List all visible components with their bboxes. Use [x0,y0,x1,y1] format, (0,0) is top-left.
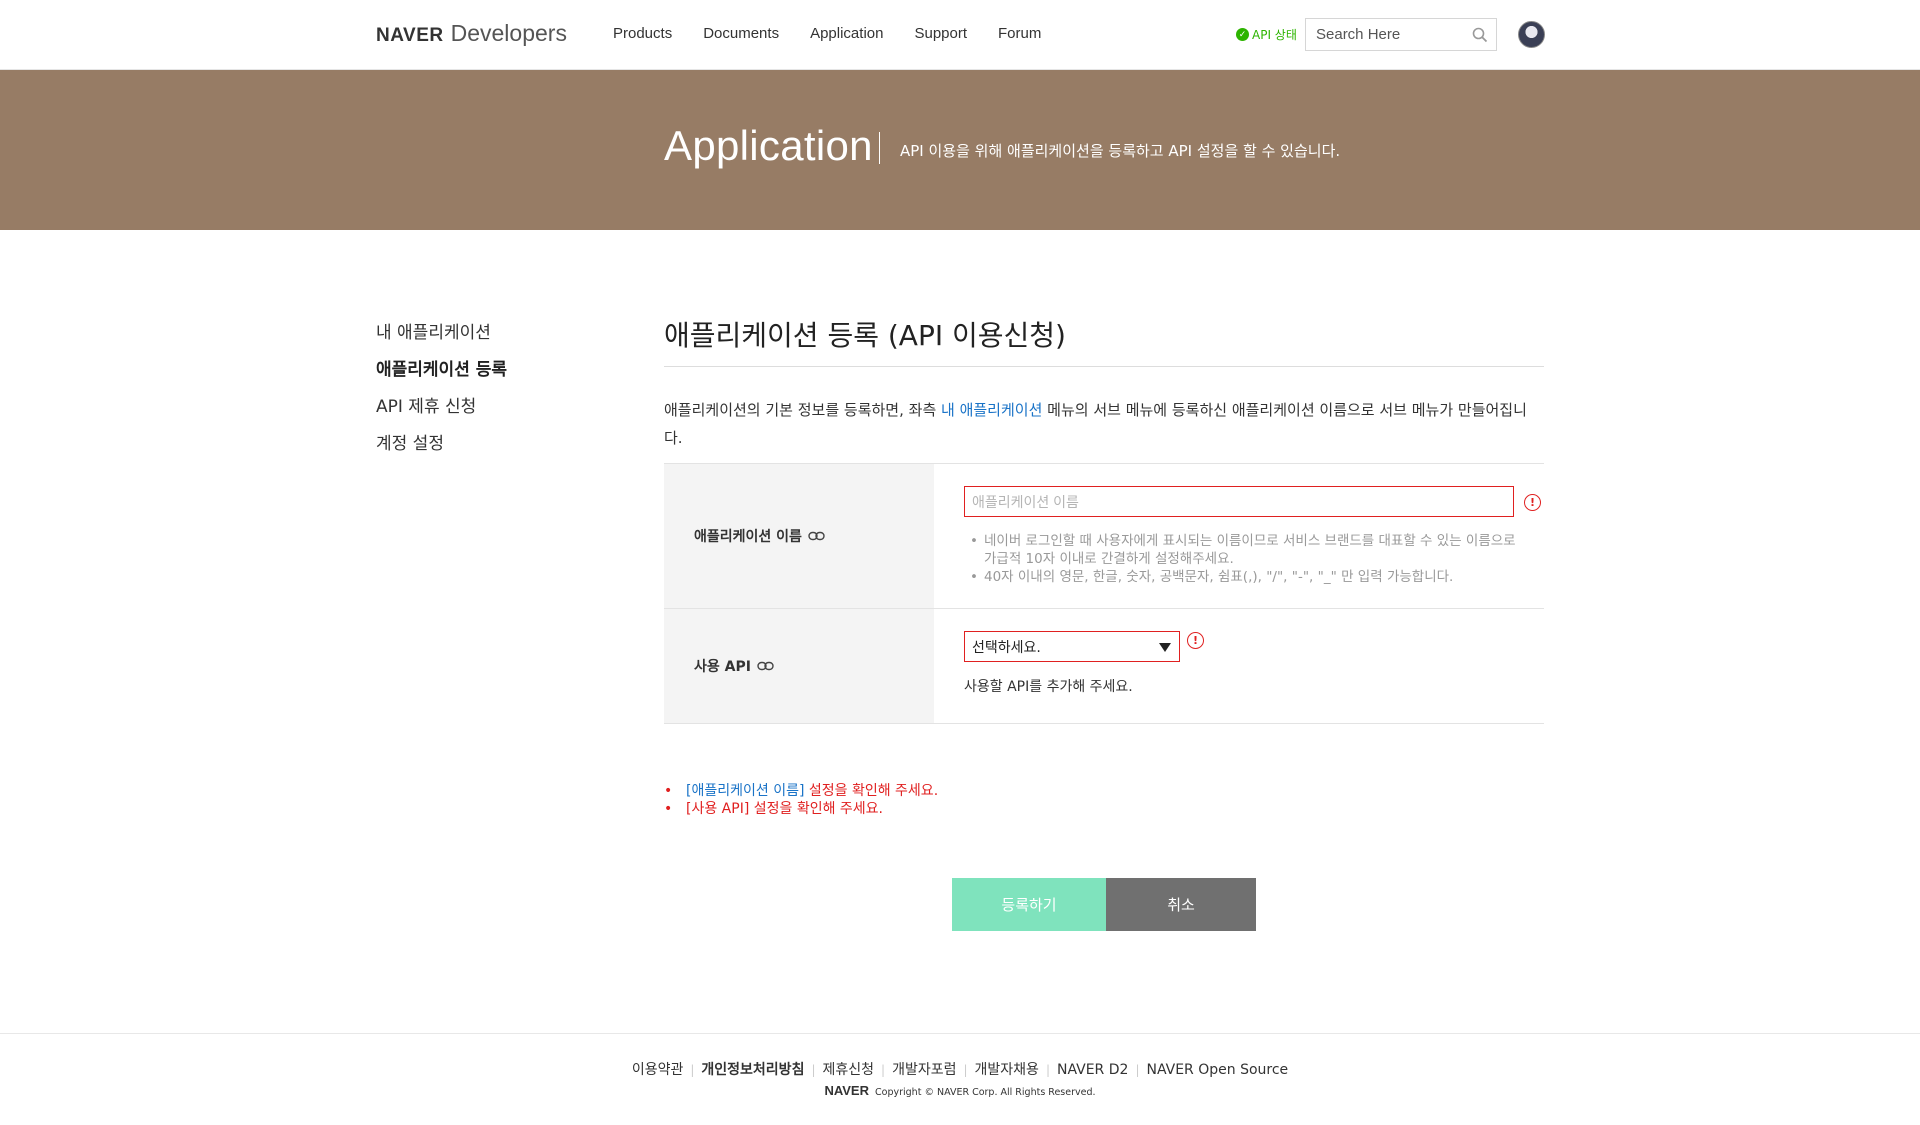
user-avatar[interactable] [1518,21,1545,48]
sidebar-item-my-applications[interactable]: 내 애플리케이션 [376,322,507,359]
divider: | [690,1063,695,1077]
error-app-name-link[interactable]: [애플리케이션 이름] [686,783,804,799]
intro-text: 애플리케이션의 기본 정보를 등록하면, 좌측 내 애플리케이션 메뉴의 서브 … [664,396,1544,452]
api-help-text: 사용할 API를 추가해 주세요. [964,679,1133,695]
warning-icon: ! [1524,494,1541,511]
api-header: 사용 API [664,609,934,723]
page-banner: Application API 이용을 위해 애플리케이션을 등록하고 API … [0,70,1920,230]
chevron-down-icon [1159,643,1171,652]
page-footer: 이용약관 | 개인정보처리방침 | 제휴신청 | 개발자포럼 | 개발자채용 | NAVER D2 |… [0,1033,1920,1125]
footer-link-open-source[interactable]: NAVER Open Source [1146,1062,1288,1078]
divider: | [811,1063,816,1077]
app-name-input[interactable] [964,486,1514,517]
footer-link-terms[interactable]: 이용약관 [632,1062,684,1078]
nav-application[interactable]: Application [810,25,883,42]
api-status-link[interactable]: ✓ API 상태 [1236,26,1297,43]
footer-link-privacy[interactable]: 개인정보처리방침 [701,1062,804,1078]
nav-forum[interactable]: Forum [998,25,1041,42]
nav-documents[interactable]: Documents [703,25,779,42]
error-list: [애플리케이션 이름] 설정을 확인해 주세요. [사용 API] 설정을 확인… [664,782,938,818]
top-header: NAVER Developers Products Documents Appl… [0,0,1920,70]
app-name-cell: ! 네이버 로그인할 때 사용자에게 표시되는 이름이므로 서비스 브랜드를 대… [934,464,1544,608]
search-icon[interactable] [1472,27,1488,43]
sidebar-item-api-partnership[interactable]: API 제휴 신청 [376,396,507,433]
api-select-dropdown[interactable]: 선택하세요. [964,631,1180,662]
link-icon[interactable] [757,661,774,671]
banner-divider [879,132,880,164]
error-item: [애플리케이션 이름] 설정을 확인해 주세요. [664,782,938,800]
divider: | [1135,1063,1140,1077]
divider: | [963,1063,968,1077]
form-row-api: 사용 API 선택하세요. ! 사용할 API를 추가해 주세요. [664,609,1544,724]
footer-links: 이용약관 | 개인정보처리방침 | 제휴신청 | 개발자포럼 | 개발자채용 | NAVER D2 |… [0,1059,1920,1079]
app-name-header: 애플리케이션 이름 [664,464,934,608]
footer-link-dev-forum[interactable]: 개발자포럼 [892,1062,956,1078]
register-button[interactable]: 등록하기 [952,878,1106,931]
sidebar-menu: 내 애플리케이션 애플리케이션 등록 API 제휴 신청 계정 설정 [376,322,507,470]
hint-item: 40자 이내의 영문, 한글, 숫자, 공백문자, 쉼표(,), "/", "-… [964,568,1519,586]
form-row-app-name: 애플리케이션 이름 ! 네이버 로그인할 때 사용자에게 표시되는 이름이므로 … [664,464,1544,609]
copyright-text: Copyright © NAVER Corp. All Rights Reser… [875,1087,1096,1098]
error-item: [사용 API] 설정을 확인해 주세요. [664,800,938,818]
registration-form: 애플리케이션 이름 ! 네이버 로그인할 때 사용자에게 표시되는 이름이므로 … [664,463,1544,724]
app-name-hints: 네이버 로그인할 때 사용자에게 표시되는 이름이므로 서비스 브랜드를 대표할… [964,532,1519,586]
nav-support[interactable]: Support [914,25,967,42]
main-content: 애플리케이션 등록 (API 이용신청) 애플리케이션의 기본 정보를 등록하면… [664,314,1544,452]
banner-description: API 이용을 위해 애플리케이션을 등록하고 API 설정을 할 수 있습니다… [900,142,1341,160]
main-nav: Products Documents Application Support F… [613,25,1072,42]
hint-item: 네이버 로그인할 때 사용자에게 표시되는 이름이므로 서비스 브랜드를 대표할… [964,532,1519,568]
search-box [1305,18,1497,51]
api-label: 사용 API [694,659,751,675]
divider: | [881,1063,886,1077]
my-applications-link[interactable]: 내 애플리케이션 [941,401,1042,419]
footer-link-partnership[interactable]: 제휴신청 [823,1062,875,1078]
app-name-label: 애플리케이션 이름 [694,529,802,545]
logo-naver: NAVER [376,25,444,46]
search-input[interactable] [1306,19,1466,50]
banner-title: Application [664,122,873,169]
cancel-button[interactable]: 취소 [1106,878,1256,931]
api-status-label: API 상태 [1252,28,1297,42]
check-circle-icon: ✓ [1236,28,1249,41]
api-select-value: 선택하세요. [972,639,1041,656]
logo-developers: Developers [450,20,567,46]
footer-link-naver-d2[interactable]: NAVER D2 [1057,1062,1128,1078]
copyright: NAVER Copyright © NAVER Corp. All Rights … [0,1083,1920,1098]
naver-developers-logo[interactable]: NAVER Developers [376,20,567,47]
intro-text-before: 애플리케이션의 기본 정보를 등록하면, 좌측 [664,401,942,419]
page-title: 애플리케이션 등록 (API 이용신청) [664,314,1544,367]
api-cell: 선택하세요. ! 사용할 API를 추가해 주세요. [934,609,1544,723]
divider: | [1045,1063,1050,1077]
error-text: [사용 API] 설정을 확인해 주세요. [686,801,884,817]
sidebar-item-register-application[interactable]: 애플리케이션 등록 [376,359,507,396]
nav-products[interactable]: Products [613,25,672,42]
footer-link-dev-jobs[interactable]: 개발자채용 [975,1062,1039,1078]
error-text: 설정을 확인해 주세요. [804,783,939,799]
warning-icon: ! [1187,632,1204,649]
link-icon[interactable] [808,531,825,541]
naver-footer-logo: NAVER [824,1083,869,1098]
sidebar-item-account-settings[interactable]: 계정 설정 [376,433,507,470]
